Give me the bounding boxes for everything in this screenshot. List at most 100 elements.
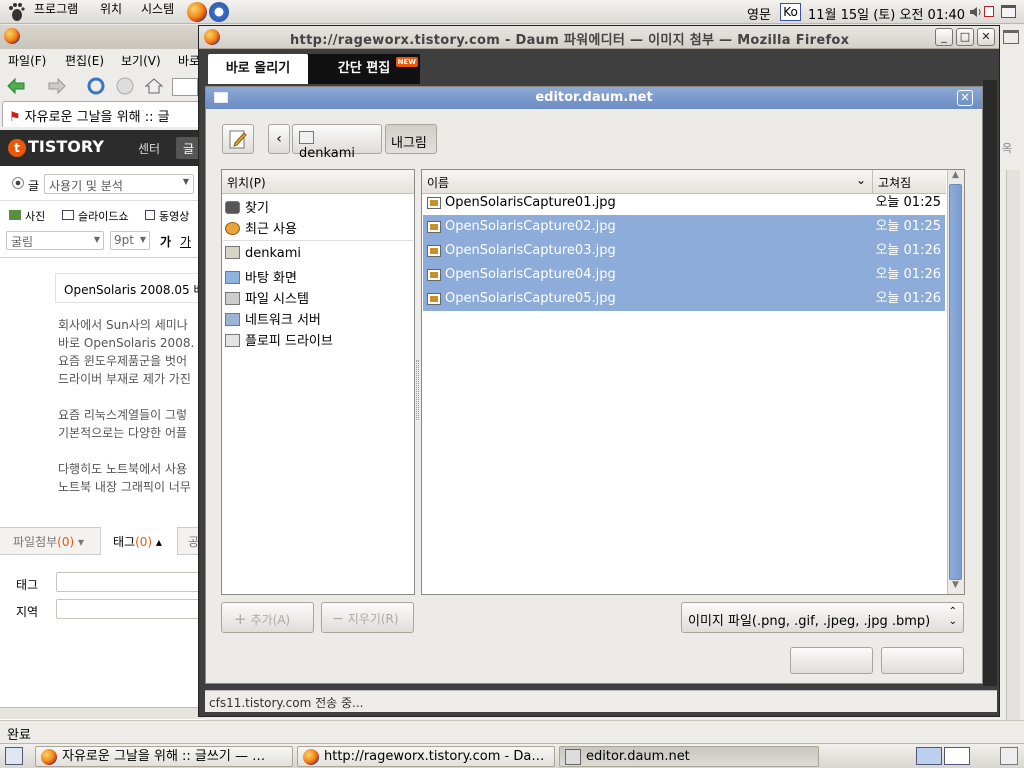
show-desktop-icon[interactable] [1001,5,1016,18]
place-floppy[interactable]: 플로피 드라이브 [223,328,413,349]
font-select[interactable]: 굴림 ▼ [6,231,104,250]
show-desktop-button-icon[interactable] [5,747,23,765]
scroll-down-arrow-icon[interactable]: ▼ [948,580,963,594]
sort-chevron-icon: ⌄ [855,173,866,187]
home-icon[interactable] [143,75,165,97]
place-network[interactable]: 네트워크 서버 [223,307,413,328]
file-row[interactable]: OpenSolarisCapture03.jpg 오늘 01:26 [423,239,945,263]
scroll-up-arrow-icon[interactable]: ▲ [948,170,963,184]
input-method-indicator[interactable]: Ko [780,3,801,21]
tistory-logo[interactable]: t TISTORY [8,137,104,157]
dialog-window-title: http://rageworx.tistory.com - Daum 파워에디터… [290,33,850,48]
menu-edit[interactable]: 편집(E) [65,52,104,69]
places-list: 찾기 최근 사용 denkami 바탕 화면 파일 시스템 네트워크 서버 플로… [223,195,413,349]
path-back-button[interactable]: ‹ [268,124,290,154]
type-location-button[interactable] [222,124,254,154]
home-folder-icon [225,246,240,259]
path-button-pictures[interactable]: 내그림 [385,124,437,154]
task-file-chooser[interactable]: editor.daum.net [559,746,819,767]
remove-place-button[interactable]: − 지우기(R) [321,602,414,633]
divider [0,200,205,201]
post-title-input[interactable]: OpenSolaris 2008.05 배 [55,273,205,303]
insert-slideshow-button[interactable]: 슬라이드쇼 [62,208,129,224]
reload-icon[interactable] [85,75,107,97]
place-search[interactable]: 찾기 [223,195,413,216]
lang-indicator[interactable]: 영문 [747,4,771,23]
minus-icon: − [332,611,344,627]
back-arrow-icon[interactable] [5,75,27,97]
horizontal-scrollbar[interactable] [0,707,205,719]
add-place-button[interactable]: + 추가(A) [221,602,314,633]
file-row[interactable]: OpenSolarisCapture04.jpg 오늘 01:26 [423,263,945,287]
place-home[interactable]: denkami [223,244,413,265]
insert-video-button[interactable]: 동영상 [145,208,189,224]
network-icon [225,313,240,326]
window-menu-icon[interactable] [214,92,228,103]
places-separator [223,240,413,241]
network-status-icon[interactable] [984,6,994,17]
tag-input[interactable] [56,572,205,592]
size-select[interactable]: 9pt ▼ [110,231,150,250]
place-recent[interactable]: 최근 사용 [223,216,413,237]
category-select[interactable]: 사용기 및 분석 ▼ [44,174,194,194]
path-button-home[interactable]: denkami [292,124,382,161]
menu-view[interactable]: 보기(V) [121,52,161,69]
task-attach-window[interactable]: http://rageworx.tistory.com - Da… [297,746,555,767]
open-button[interactable] [881,647,964,674]
file-row[interactable]: OpenSolarisCapture02.jpg 오늘 01:25 [423,215,945,239]
radio-post[interactable] [12,177,24,189]
tistory-menu-center[interactable]: 센터 [138,140,160,157]
place-filesystem[interactable]: 파일 시스템 [223,286,413,307]
body-line: 노트북 내장 그래픽이 너무 [58,480,191,494]
gnome-foot-icon[interactable] [6,2,26,22]
bg-maximize-icon[interactable] [1003,30,1019,44]
tab-direct-upload[interactable]: 바로 올리기 [208,54,308,84]
bold-button[interactable]: 가 [160,233,171,250]
italic-button[interactable]: 가 [180,233,191,250]
forward-arrow-icon[interactable] [46,75,68,97]
menu-applications[interactable]: 프로그램 [34,0,78,17]
workspace-1[interactable] [916,747,942,765]
file-row[interactable]: OpenSolarisCapture01.jpg 오늘 01:25 [423,191,945,215]
insert-photo-button[interactable]: 사진 [9,208,45,224]
body-line: 회사에서 Sun사의 세미나 [58,318,188,332]
browser-tab[interactable]: ⚑ 자유로운 그날을 위해 :: 글 [2,101,202,127]
volume-icon[interactable] [969,5,983,19]
menu-file[interactable]: 파일(F) [8,52,46,69]
menu-go[interactable]: 바로 [178,52,200,69]
tab-simple-edit[interactable]: 간단 편집 NEW [308,54,420,84]
divider [0,257,205,258]
menu-places[interactable]: 위치 [100,0,122,17]
workspace-2[interactable] [944,747,970,765]
tab-file-attach[interactable]: 파일첨부(0) ▾ [13,533,84,550]
flag-icon: ⚑ [9,110,21,125]
minimize-button[interactable]: _ [935,28,953,46]
task-editor-window[interactable]: 자유로운 그날을 위해 :: 글쓰기 — … [35,746,293,767]
close-window-button[interactable]: ✕ [977,28,995,46]
file-chooser-close-button[interactable]: ✕ [957,90,973,106]
pane-resize-handle[interactable] [416,360,419,420]
thunderbird-launcher-icon[interactable] [209,2,229,22]
places-header[interactable]: 위치(P) [222,170,414,194]
post-body[interactable]: 회사에서 Sun사의 세미나 바로 OpenSolaris 2008. 요즘 윈… [58,316,194,496]
scrollbar-thumb[interactable] [949,184,962,580]
home-folder-icon [299,131,314,144]
body-line [58,442,194,460]
dialog-task-icon [565,749,581,765]
stop-icon[interactable] [114,75,136,97]
file-chooser-title: editor.daum.net [206,87,982,109]
clock[interactable]: 11월 15일 (토) 오전 01:40 [808,4,965,23]
body-line: 요즘 윈도우제품군을 벗어 [58,354,188,368]
menu-system[interactable]: 시스템 [141,0,174,17]
trash-icon[interactable] [1000,747,1018,765]
url-bar[interactable] [172,78,198,96]
maximize-button[interactable]: □ [956,28,974,46]
place-desktop[interactable]: 바탕 화면 [223,265,413,286]
firefox-launcher-icon[interactable] [187,2,207,22]
file-row[interactable]: OpenSolarisCapture05.jpg 오늘 01:26 [423,287,945,311]
tab-tag[interactable]: 태그(0) ▴ [100,527,178,555]
file-type-filter[interactable]: 이미지 파일(.png, .gif, .jpeg, .jpg .bmp) ⌃ ⌄ [681,602,964,633]
bg-vertical-scrollbar[interactable] [1006,170,1020,720]
cancel-button[interactable] [790,647,873,674]
region-input[interactable] [56,599,205,619]
